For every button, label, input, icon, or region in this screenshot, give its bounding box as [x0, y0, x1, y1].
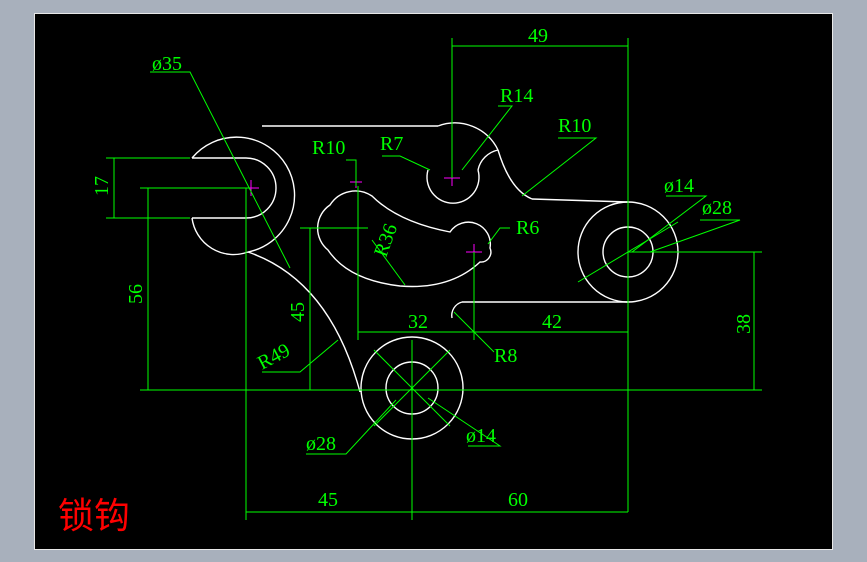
- r14-boss-arc: [437, 122, 499, 151]
- dim-32: 32: [408, 311, 428, 333]
- dim-60: 60: [508, 489, 528, 511]
- top-right-edge: [531, 198, 629, 203]
- dimension-lines: [106, 38, 762, 520]
- left-boss-outer-arc: [191, 136, 296, 253]
- inner-cutout: [316, 190, 492, 288]
- dim-38: 38: [733, 314, 755, 334]
- left-boss-lower-arc: [191, 217, 249, 256]
- cad-drawing: ø35 R10 R7 R14 R10 49 17 56 45 R49 R36 R…: [58, 25, 762, 537]
- dim-r14: R14: [500, 85, 533, 107]
- r10-right-arc: [477, 149, 499, 171]
- dim-45-vertical: 45: [287, 302, 309, 322]
- dim-r6: R6: [516, 217, 539, 239]
- dim-dia28-bottom: ø28: [306, 433, 336, 455]
- r7-arc: [426, 169, 480, 204]
- dim-r10-right: R10: [558, 115, 591, 137]
- dim-dia35: ø35: [152, 53, 182, 75]
- dim-dia14-bottom: ø14: [466, 425, 496, 447]
- dim-r49: R49: [254, 339, 294, 374]
- dim-56: 56: [125, 284, 147, 304]
- drawing-title: 锁钩: [58, 496, 130, 537]
- dim-r36: R36: [370, 221, 402, 260]
- dim-45-bottom: 45: [318, 489, 338, 511]
- r8-fillet: [451, 301, 463, 319]
- dim-r10-top: R10: [312, 137, 345, 159]
- dim-r8: R8: [494, 345, 517, 367]
- dim-49: 49: [528, 25, 548, 47]
- dim-42: 42: [542, 311, 562, 333]
- part-outline: [191, 122, 679, 440]
- dim-dia28-right: ø28: [702, 197, 732, 219]
- dim-r7: R7: [380, 133, 403, 155]
- dim-dia14-right: ø14: [664, 175, 694, 197]
- dim-17: 17: [91, 176, 113, 196]
